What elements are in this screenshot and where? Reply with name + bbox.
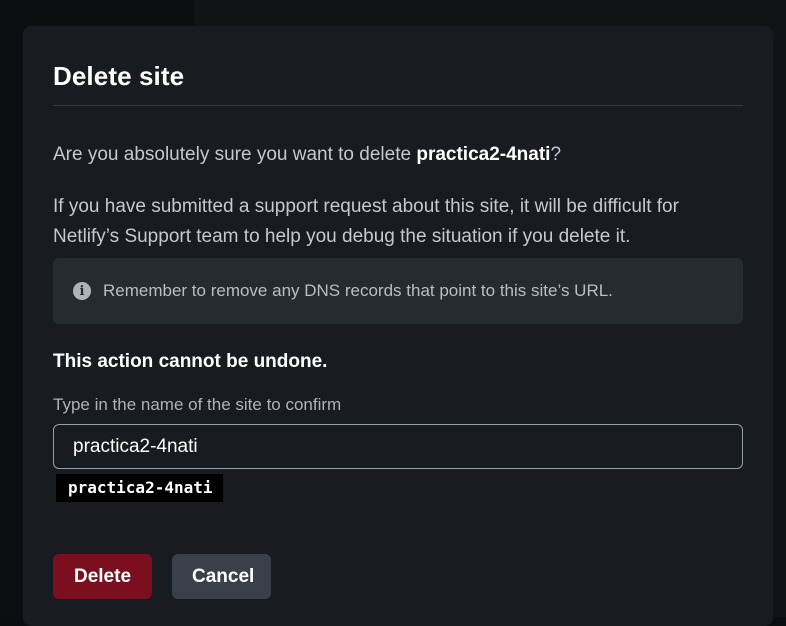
site-name-confirm-input[interactable] — [53, 424, 743, 469]
title-divider — [53, 105, 743, 106]
site-name-hint: practica2-4nati — [56, 474, 223, 502]
dialog-title: Delete site — [53, 61, 185, 91]
dns-note-text: Remember to remove any DNS records that … — [103, 281, 613, 300]
confirm-field-label: Type in the name of the site to confirm — [53, 395, 342, 414]
delete-site-dialog: Delete site Are you absolutely sure you … — [23, 26, 773, 626]
info-icon: i — [73, 282, 91, 300]
dns-note: i Remember to remove any DNS records tha… — [53, 258, 743, 324]
site-name: practica2-4nati — [416, 144, 551, 165]
dialog-actions: Delete Cancel — [53, 554, 743, 599]
support-warning-text: If you have submitted a support request … — [53, 196, 679, 247]
irreversible-warning: This action cannot be undone. — [53, 351, 328, 372]
delete-button[interactable]: Delete — [53, 554, 152, 599]
cancel-button[interactable]: Cancel — [172, 554, 271, 599]
confirm-question: Are you absolutely sure you want to dele… — [53, 143, 743, 167]
confirm-prefix: Are you absolutely sure you want to dele… — [53, 144, 417, 165]
confirm-suffix: ? — [550, 144, 562, 165]
